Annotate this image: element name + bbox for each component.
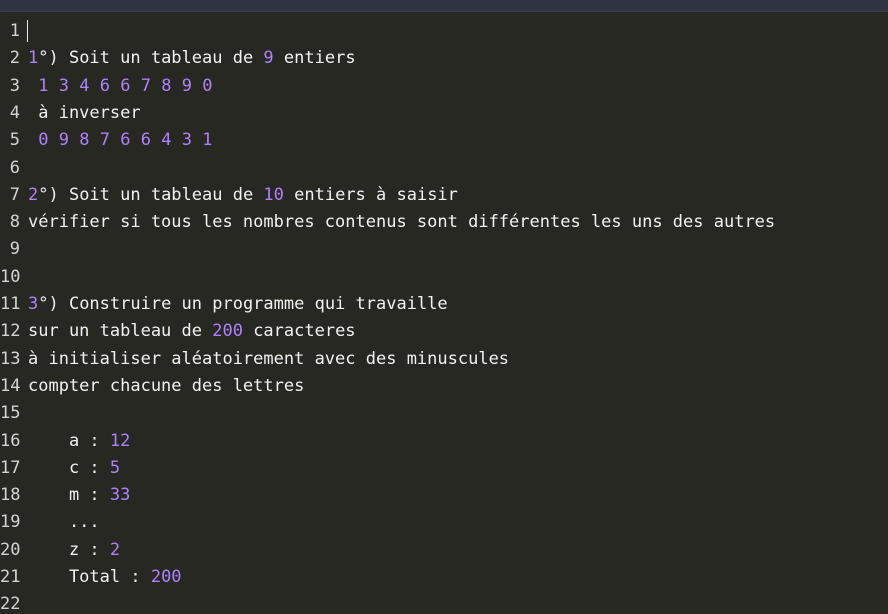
line-number: 17 xyxy=(0,457,21,478)
code-line[interactable]: 22 xyxy=(0,591,888,614)
line-text: z : 2 xyxy=(28,539,121,560)
line-number: 12 xyxy=(0,321,21,342)
number-literal: 8 xyxy=(161,75,172,96)
number-literal: 6 xyxy=(99,75,110,96)
line-text: a : 12 xyxy=(28,430,131,451)
number-literal: 200 xyxy=(212,321,243,342)
number-literal: 1 xyxy=(202,130,213,151)
line-text: compter chacune des lettres xyxy=(28,375,305,396)
code-line[interactable]: 14 compter chacune des lettres xyxy=(0,373,888,400)
window-top-bar xyxy=(0,0,888,12)
line-text: à inverser xyxy=(28,102,141,123)
number-literal: 3 xyxy=(28,294,39,314)
number-literal: 200 xyxy=(150,567,182,587)
line-number: 11 xyxy=(0,294,21,314)
line-text: 2°) Soit un tableau de 10 entiers à sais… xyxy=(28,184,458,205)
line-number: 16 xyxy=(0,430,21,451)
code-line[interactable]: 17 c : 5 xyxy=(0,455,888,482)
line-number: 14 xyxy=(0,375,21,396)
number-literal: 9 xyxy=(181,75,192,96)
number-literal: 4 xyxy=(161,130,172,151)
code-line[interactable]: 21 Total : 200 xyxy=(0,564,888,591)
number-literal: 6 xyxy=(120,75,131,96)
code-line[interactable]: 9 xyxy=(0,236,888,263)
code-line[interactable]: 5 0 9 8 7 6 6 4 3 1 xyxy=(0,127,888,154)
line-number: 1 xyxy=(9,21,20,41)
code-line[interactable]: 10 xyxy=(0,264,888,291)
code-line[interactable]: 4 à inverser xyxy=(0,100,888,127)
line-number: 22 xyxy=(0,594,21,614)
line-text: m : 33 xyxy=(28,485,131,506)
line-text: sur un tableau de 200 caracteres xyxy=(28,321,356,342)
number-literal: 0 xyxy=(202,75,213,96)
number-literal: 2 xyxy=(28,184,39,205)
line-number: 7 xyxy=(9,184,20,205)
line-number: 9 xyxy=(9,239,20,260)
number-literal: 33 xyxy=(109,485,131,506)
line-number: 18 xyxy=(0,485,21,506)
code-line[interactable]: 19 ... xyxy=(0,509,888,536)
number-literal: 7 xyxy=(140,75,151,96)
number-literal: 3 xyxy=(58,75,69,96)
number-literal: 9 xyxy=(263,48,274,69)
number-literal: 2 xyxy=(109,539,121,560)
code-editor[interactable]: 1 2 1°) Soit un tableau de 9 entiers 3 1 3 … xyxy=(0,18,888,614)
number-literal: 6 xyxy=(140,130,151,151)
code-line[interactable]: 13 à initialiser aléatoirement avec des m… xyxy=(0,346,888,373)
code-line[interactable]: 18 m : 33 xyxy=(0,482,888,509)
line-number: 6 xyxy=(9,157,20,178)
number-literal: 5 xyxy=(109,457,121,478)
line-number: 5 xyxy=(9,130,20,151)
line-text: à initialiser aléatoirement avec des min… xyxy=(28,348,510,369)
code-line[interactable]: 7 2°) Soit un tableau de 10 entiers à sai… xyxy=(0,182,888,209)
number-literal: 6 xyxy=(120,130,131,151)
code-line[interactable]: 6 xyxy=(0,155,888,182)
line-number: 10 xyxy=(0,266,21,287)
line-number: 13 xyxy=(0,348,21,369)
line-text: 1 3 4 6 6 7 8 9 0 xyxy=(28,73,213,100)
line-number: 2 xyxy=(9,48,20,69)
number-literal: 4 xyxy=(79,75,90,96)
line-number: 20 xyxy=(0,539,21,560)
number-literal: 10 xyxy=(263,184,284,205)
code-line[interactable]: 2 1°) Soit un tableau de 9 entiers xyxy=(0,45,888,72)
code-line[interactable]: 16 a : 12 xyxy=(0,428,888,455)
code-line[interactable]: 3 1 3 4 6 6 7 8 9 0 xyxy=(0,73,888,100)
line-number: 4 xyxy=(9,102,20,123)
number-literal: 12 xyxy=(109,430,131,451)
number-literal: 1 xyxy=(38,75,49,96)
number-literal: 1 xyxy=(28,48,39,69)
line-text: vérifier si tous les nombres contenus so… xyxy=(28,212,776,233)
number-literal: 8 xyxy=(79,130,90,151)
line-number: 19 xyxy=(0,512,21,533)
number-literal: 7 xyxy=(99,130,110,151)
line-number: 15 xyxy=(0,403,21,424)
code-line[interactable]: 12 sur un tableau de 200 caracteres xyxy=(0,318,888,345)
line-text: ... xyxy=(28,512,100,533)
number-literal: 3 xyxy=(181,130,192,151)
code-line[interactable]: 20 z : 2 xyxy=(0,537,888,564)
number-literal: 0 xyxy=(38,130,49,151)
line-number: 8 xyxy=(9,212,20,233)
line-text: 3°) Construire un programme qui travaill… xyxy=(28,294,448,314)
code-line[interactable]: 1 xyxy=(0,18,888,45)
line-text: Total : 200 xyxy=(28,567,182,587)
line-number: 21 xyxy=(0,567,21,587)
line-text: 0 9 8 7 6 6 4 3 1 xyxy=(28,127,213,154)
number-literal: 9 xyxy=(58,130,69,151)
code-line[interactable]: 8 vérifier si tous les nombres contenus s… xyxy=(0,209,888,236)
code-line[interactable]: 15 xyxy=(0,400,888,427)
line-text: c : 5 xyxy=(28,457,121,478)
code-line[interactable]: 11 3°) Construire un programme qui travai… xyxy=(0,291,888,318)
line-number: 3 xyxy=(9,75,20,96)
line-text: 1°) Soit un tableau de 9 entiers xyxy=(28,48,356,69)
